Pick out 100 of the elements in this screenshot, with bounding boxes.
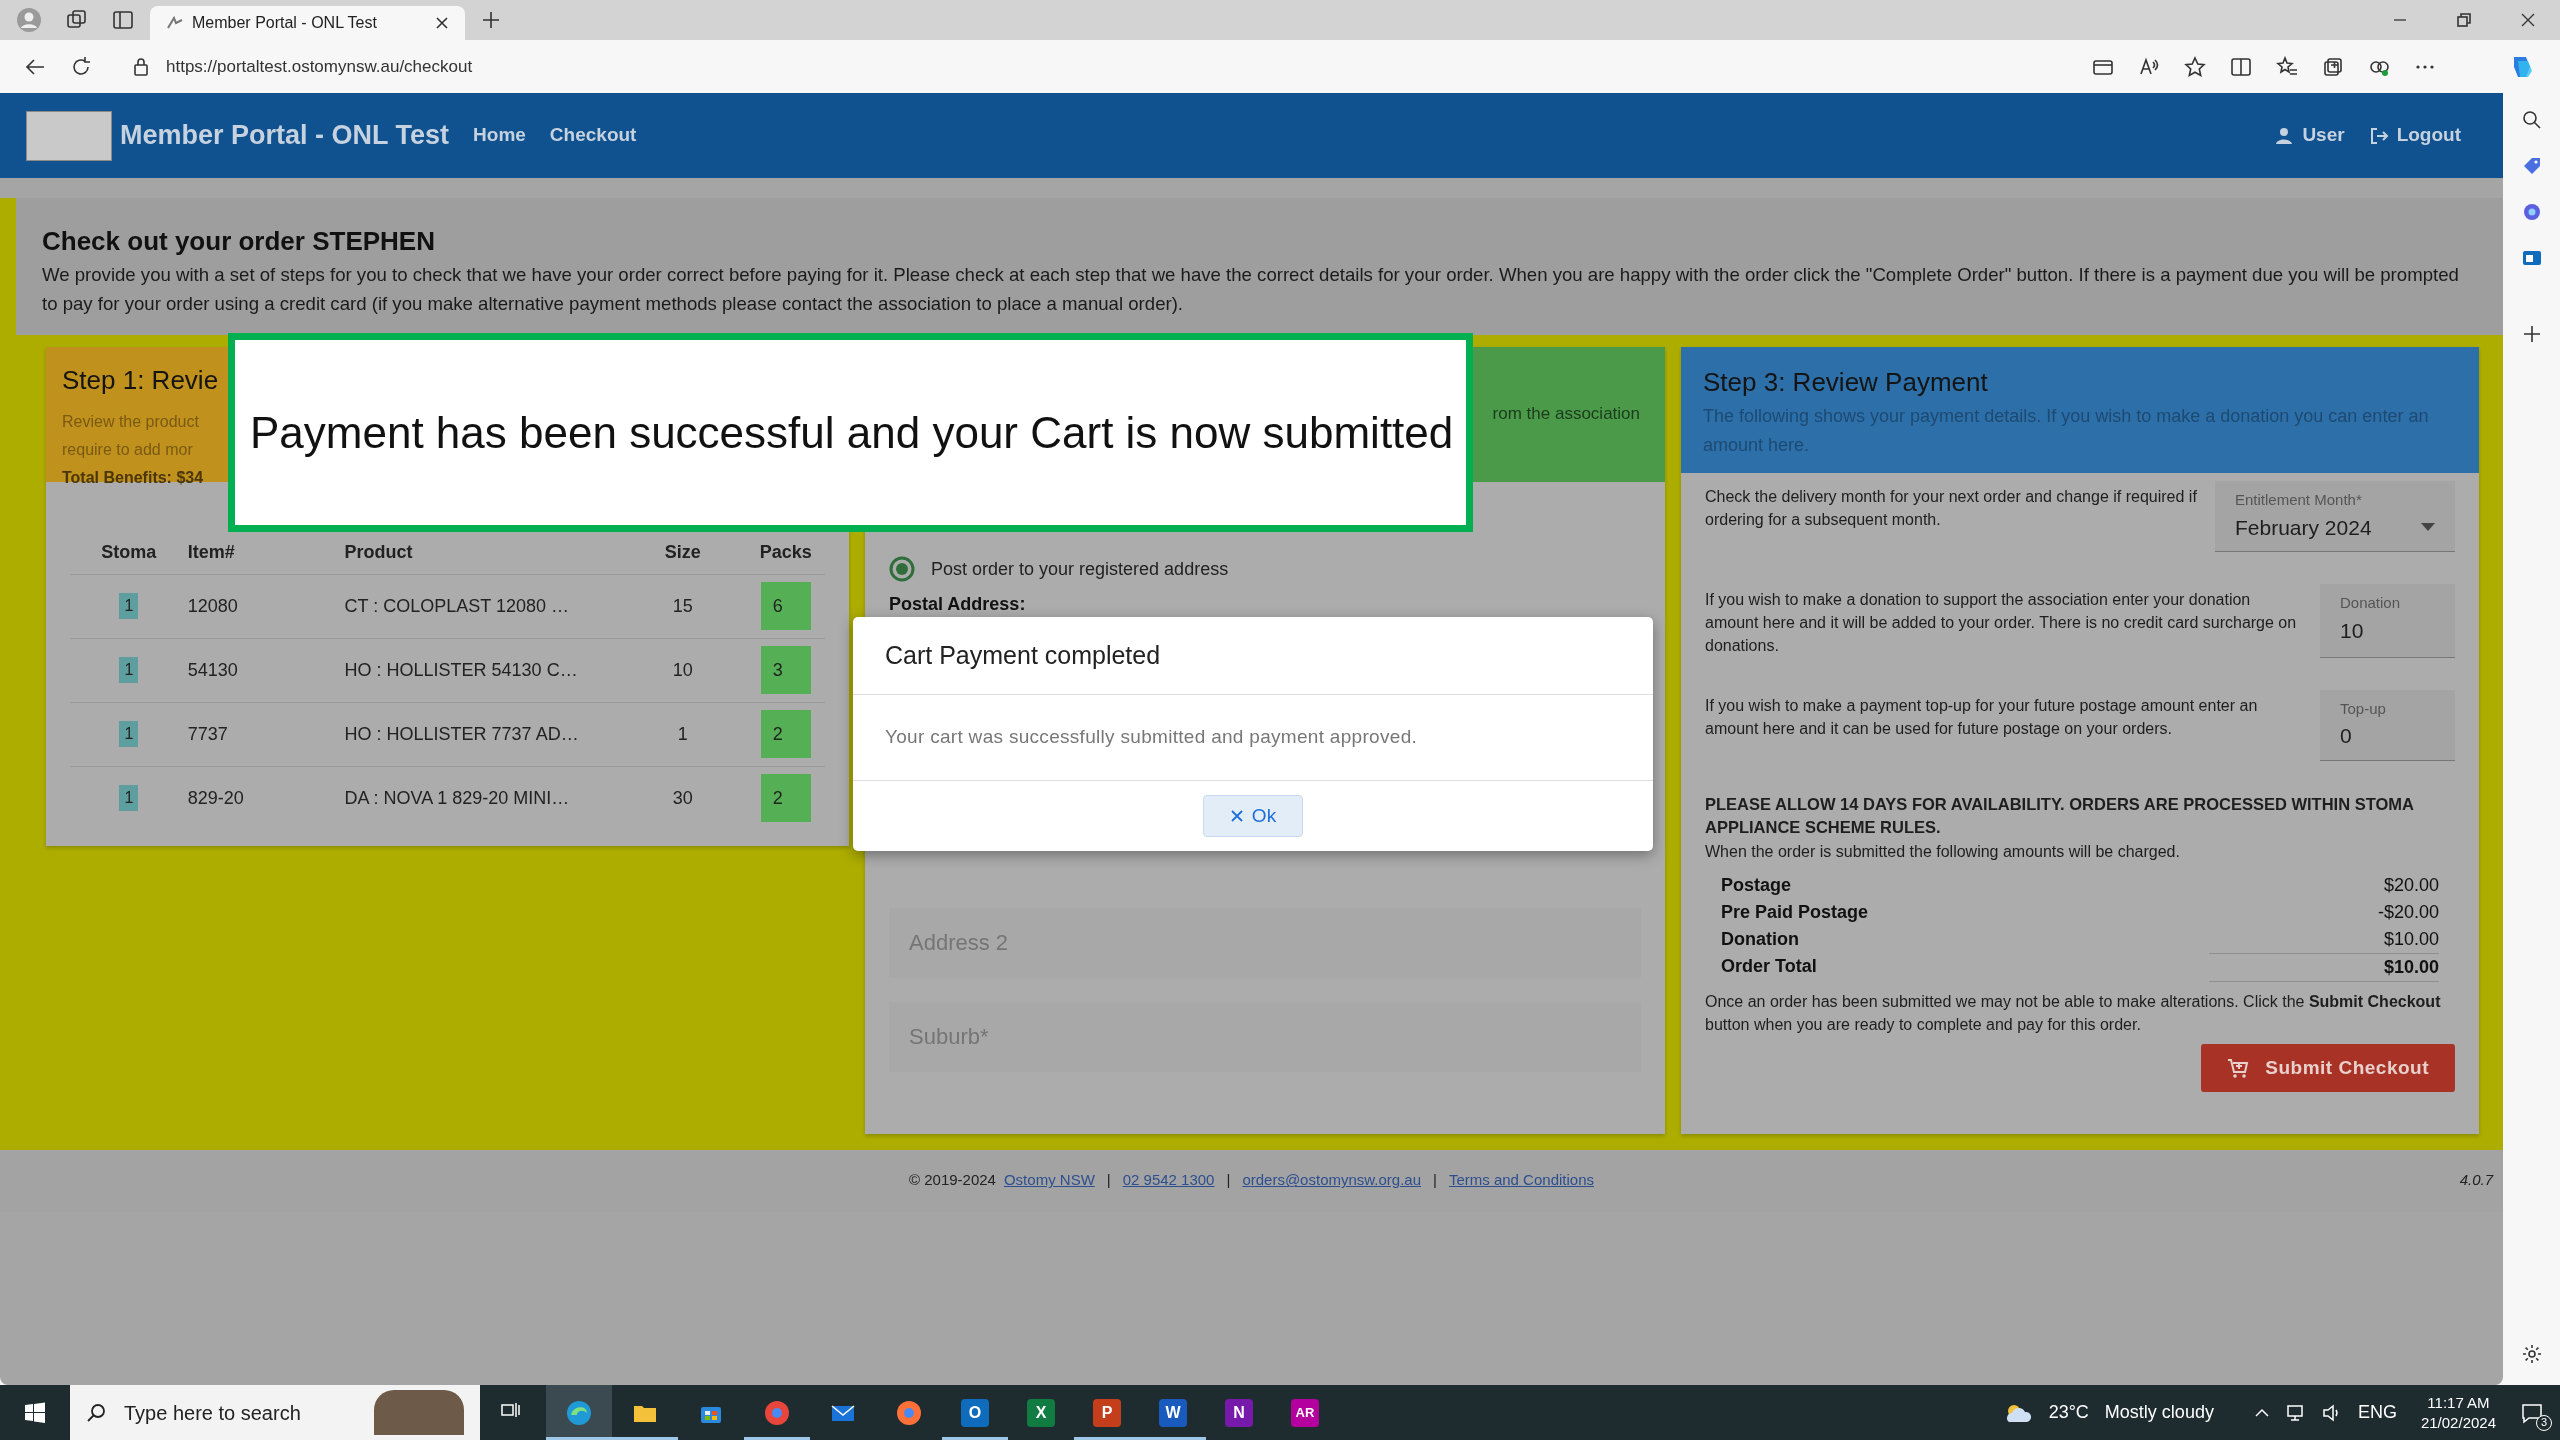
step-description: require to add mor bbox=[62, 439, 193, 460]
taskbar-app-icon: N bbox=[1225, 1398, 1253, 1427]
callout-message: Payment has been successful and your Cart is now submitted bbox=[228, 333, 1473, 532]
close-icon[interactable] bbox=[2520, 12, 2536, 28]
footer-link[interactable]: Ostomy NSW bbox=[1003, 1169, 1095, 1192]
notification-badge: 3 bbox=[2536, 1414, 2552, 1431]
taskbar-app-icon: W bbox=[1159, 1398, 1187, 1427]
refresh-icon[interactable] bbox=[70, 55, 92, 78]
lock-icon bbox=[132, 56, 150, 77]
taskbar-app-icon: X bbox=[1027, 1398, 1055, 1427]
footer-link[interactable]: orders@ostomynsw.org.au bbox=[1242, 1169, 1421, 1192]
separator: | bbox=[1432, 1170, 1438, 1191]
table-cell-text: 54130 bbox=[187, 658, 238, 682]
footer-link[interactable]: Terms and Conditions bbox=[1448, 1169, 1594, 1192]
version-text: 4.0.7 bbox=[2459, 1170, 2493, 1191]
total-benefits: Total Benefits: $34 bbox=[62, 467, 204, 488]
taskbar-button[interactable]: W bbox=[1140, 1385, 1206, 1440]
tab-title: Member Portal - ONL Test bbox=[192, 13, 378, 33]
search-icon[interactable] bbox=[2520, 109, 2543, 131]
windows-start-icon[interactable] bbox=[24, 1401, 46, 1424]
charge-amount: -$20.00 bbox=[2376, 900, 2439, 924]
charge-amount: $10.00 bbox=[2209, 952, 2439, 982]
table-cell-text: 7737 bbox=[187, 722, 228, 746]
weather-text: Mostly cloudy bbox=[2104, 1401, 2214, 1424]
closing-text: Once an order has been submitted we may not be able to make alterations. Click the Submit Checkout button when you are ready to complete and pay for this order. bbox=[1705, 991, 2442, 1035]
taskbar-button[interactable]: X bbox=[1008, 1385, 1074, 1440]
search-icon bbox=[86, 1401, 108, 1424]
restore-icon[interactable] bbox=[2456, 12, 2472, 28]
temperature-text: 23°C bbox=[2048, 1401, 2089, 1424]
step-title: Step 3: Review Payment bbox=[1703, 365, 1989, 399]
table-cell-text: 10 bbox=[672, 658, 693, 682]
step-title: Step 1: Revie bbox=[62, 363, 219, 397]
brand-title[interactable]: Member Portal - ONL Test bbox=[120, 115, 450, 156]
close-icon[interactable] bbox=[435, 16, 449, 30]
taskbar-button[interactable]: P bbox=[1074, 1385, 1140, 1440]
dropdown-caret-icon bbox=[2421, 523, 2435, 532]
browser-tab[interactable]: Member Portal - ONL Test bbox=[150, 6, 465, 40]
table-cell-text: 829-20 bbox=[187, 786, 244, 810]
radio-label: Post order to your registered address bbox=[931, 557, 1229, 581]
charge-amount: $10.00 bbox=[2382, 927, 2439, 951]
field-description: If you wish to make a donation to support the association enter your donation amount here and it will be added to your order. There is no credit card surcharge on donations. bbox=[1705, 590, 2298, 657]
select-field[interactable]: Entitlement Month* February 2024 bbox=[2215, 481, 2455, 552]
stoma-count: 1 bbox=[119, 657, 139, 684]
table-cell-text: 1 bbox=[677, 722, 688, 746]
intro-paragraph: We provide you with a set of steps for you to check that we have your order correct before paying for it. Please check at each step that we have the correct details for your order. When you are happy with the order click the "Complete Order" button. If there is a payment due you will be prompted to pay for your order using a credit card (if you make alternative payment methods please contact the association to place a manual order). bbox=[42, 263, 2460, 316]
step-description: Review the product bbox=[62, 411, 199, 432]
logout-icon bbox=[2368, 125, 2389, 146]
packs-count: 6 bbox=[760, 582, 811, 631]
new-tab-icon[interactable] bbox=[481, 10, 501, 30]
favorites-icon[interactable] bbox=[2276, 55, 2298, 78]
settings-icon[interactable] bbox=[2520, 1343, 2543, 1365]
workspaces-icon[interactable] bbox=[66, 9, 88, 31]
column-header: Stoma bbox=[101, 540, 157, 564]
taskbar-button[interactable]: N bbox=[1206, 1385, 1272, 1440]
clock-time[interactable]: 11:17 AM bbox=[2420, 1393, 2496, 1413]
submit-checkout-button[interactable]: Submit Checkout bbox=[2201, 1043, 2455, 1093]
modal-message: Your cart was successfully submitted and payment approved. bbox=[885, 725, 1418, 750]
separator: | bbox=[1225, 1170, 1232, 1191]
radio-button[interactable] bbox=[889, 556, 915, 583]
taskbar-button[interactable]: AR bbox=[1272, 1385, 1338, 1440]
charge-label: Pre Paid Postage bbox=[1721, 900, 1869, 924]
packs-count: 2 bbox=[760, 710, 811, 759]
stoma-count: 1 bbox=[119, 785, 139, 812]
footer-link[interactable]: 02 9542 1300 bbox=[1122, 1169, 1215, 1192]
availability-notice: PLEASE ALLOW 14 DAYS FOR AVAILABILITY. ORDERS ARE PROCESSED WITHIN STOMA APPLIANCE SCHEME RULES. bbox=[1705, 793, 2415, 839]
ok-button[interactable]: Ok bbox=[1202, 794, 1304, 838]
taskbar-button[interactable] bbox=[546, 1385, 612, 1440]
packs-count: 2 bbox=[760, 774, 811, 823]
nav-link[interactable]: Home bbox=[473, 121, 526, 150]
search-field[interactable]: Type here to search bbox=[70, 1385, 480, 1440]
network-icon[interactable] bbox=[2285, 1402, 2306, 1423]
tab-actions-icon[interactable] bbox=[112, 9, 134, 31]
address-field[interactable]: https://portaltest.ostomynsw.au/checkout bbox=[166, 53, 473, 80]
column-header: Product bbox=[344, 540, 413, 564]
table-cell-text: 15 bbox=[672, 594, 693, 618]
step-description: rom the association bbox=[1492, 403, 1640, 426]
field-description: Check the delivery month for your next order and change if required if ordering for a subsequent month. bbox=[1705, 487, 2198, 531]
charge-label: Postage bbox=[1721, 873, 1792, 897]
nav-link[interactable]: Checkout bbox=[549, 121, 637, 150]
taskbar-app-icon: P bbox=[1093, 1398, 1121, 1427]
input-field[interactable]: Donation 10 bbox=[2320, 584, 2455, 658]
table-cell-text: CT : COLOPLAST 12080 … bbox=[344, 594, 569, 618]
nav-link[interactable]: Logout bbox=[2396, 121, 2461, 150]
nav-link[interactable]: User bbox=[2302, 121, 2345, 150]
taskbar-button[interactable]: O bbox=[942, 1385, 1008, 1440]
table-cell-text: DA : NOVA 1 829-20 MINI… bbox=[344, 786, 570, 810]
table-cell-text: HO : HOLLISTER 54130 C… bbox=[344, 658, 578, 682]
collections-icon[interactable] bbox=[2322, 55, 2344, 78]
table-cell-text: HO : HOLLISTER 7737 AD… bbox=[344, 722, 579, 746]
language-indicator[interactable]: ENG bbox=[2357, 1399, 2397, 1426]
cart-icon bbox=[2227, 1057, 2250, 1080]
favorite-star-icon[interactable] bbox=[2184, 55, 2206, 78]
clock-date[interactable]: 21/02/2024 bbox=[2420, 1412, 2496, 1432]
charge-amount: $20.00 bbox=[2382, 873, 2439, 897]
input-field[interactable]: Top-up 0 bbox=[2320, 689, 2455, 761]
column-header: Packs bbox=[759, 540, 812, 564]
column-header: Size bbox=[664, 540, 701, 564]
table-cell-text: 12080 bbox=[187, 594, 238, 618]
charge-label: Order Total bbox=[1721, 954, 1817, 978]
split-screen-icon[interactable] bbox=[2230, 55, 2252, 78]
